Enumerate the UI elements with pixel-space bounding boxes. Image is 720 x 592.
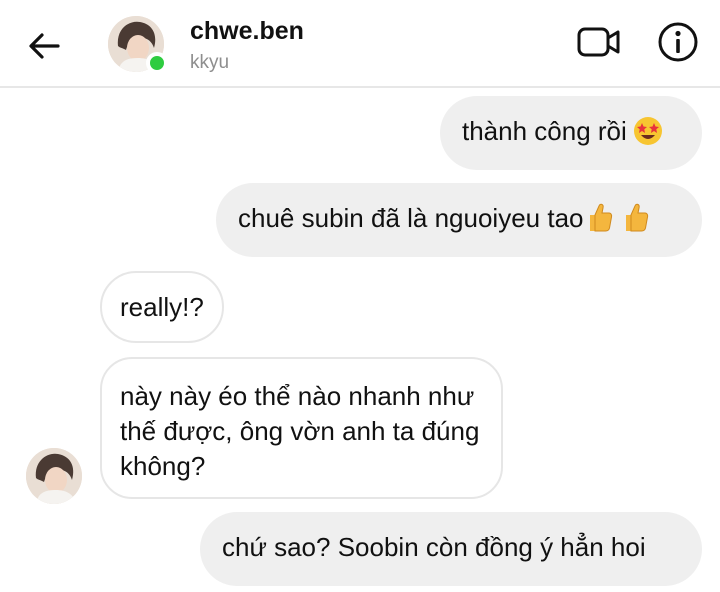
chat-username[interactable]: chwe.ben xyxy=(190,17,304,46)
message-text: really!? xyxy=(120,292,204,322)
back-arrow-icon xyxy=(29,33,60,59)
back-button[interactable] xyxy=(24,26,64,66)
message-text: này này éo thể nào nhanh như thế được, ô… xyxy=(120,381,480,481)
message-text: chứ sao? Soobin còn đồng ý hẳn hoi xyxy=(222,532,646,562)
message-text: chuê subin đã là nguoiyeu tao xyxy=(238,203,584,233)
thumbs-up-emoji-icon xyxy=(620,201,650,241)
sender-avatar[interactable] xyxy=(26,448,82,504)
online-status-indicator xyxy=(146,52,168,74)
info-icon xyxy=(658,22,698,62)
star-struck-emoji-icon xyxy=(633,116,663,154)
chat-header: chwe.ben kkyu xyxy=(0,0,720,88)
video-call-button[interactable] xyxy=(576,22,622,62)
message-bubble-incoming[interactable]: really!? xyxy=(100,271,224,343)
message-text: thành công rồi xyxy=(462,116,627,146)
message-bubble-outgoing[interactable]: thành công rồi xyxy=(440,96,702,170)
dm-conversation-screen: chwe.ben kkyu thành công rồi chuê subin … xyxy=(0,0,720,592)
thumbs-up-emoji-icon xyxy=(584,201,614,241)
message-bubble-outgoing[interactable]: chuê subin đã là nguoiyeu tao xyxy=(216,183,702,257)
video-call-icon xyxy=(577,27,620,57)
message-bubble-incoming[interactable]: này này éo thể nào nhanh như thế được, ô… xyxy=(100,357,503,499)
profile-avatar[interactable] xyxy=(108,16,168,74)
chat-subtitle: kkyu xyxy=(190,52,230,73)
message-bubble-outgoing[interactable]: chứ sao? Soobin còn đồng ý hẳn hoi xyxy=(200,512,702,586)
info-button[interactable] xyxy=(656,20,700,64)
